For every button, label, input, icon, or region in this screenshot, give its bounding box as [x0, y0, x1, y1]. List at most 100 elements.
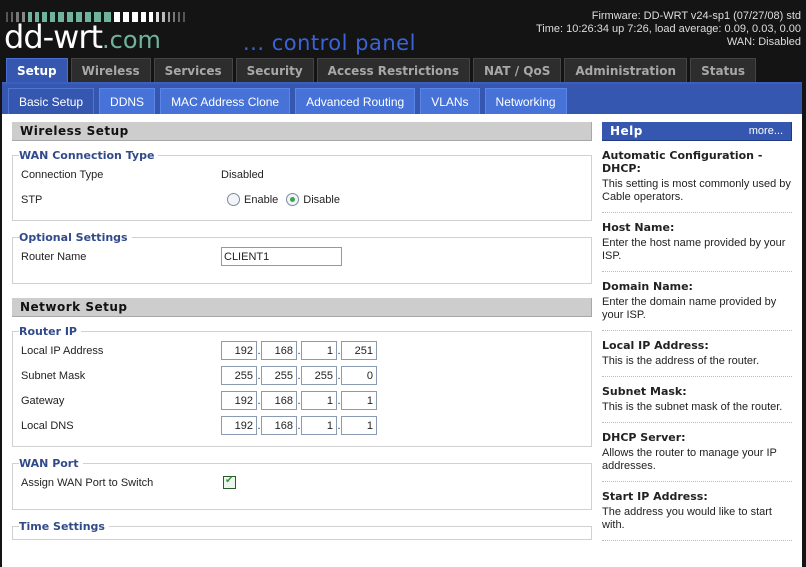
firmware-info: Firmware: DD-WRT v24-sp1 (07/27/08) std … [536, 10, 801, 49]
ip-row-label: Local IP Address [21, 344, 104, 357]
right-edge [802, 114, 806, 567]
section-wireless-setup: Wireless Setup [12, 122, 592, 141]
legend-router-ip: Router IP [19, 325, 77, 338]
row-ip-subnet-mask: Subnet Mask... [21, 363, 583, 388]
content-area: Wireless Setup WAN Connection Type Conne… [2, 114, 802, 567]
help-item: Start IP Address: The address you would l… [602, 482, 792, 541]
connection-type-value: Disabled [221, 168, 264, 181]
ip-octet-input[interactable] [221, 341, 257, 360]
row-stp: STP Enable Disable [21, 187, 583, 212]
help-item: DHCP Server: Allows the router to manage … [602, 423, 792, 482]
logo-bar [178, 12, 180, 22]
help-item-text: Allows the router to manage your IP addr… [602, 447, 777, 472]
legend-time-settings: Time Settings [19, 520, 105, 533]
help-more-link[interactable]: more... [749, 125, 783, 137]
subtab-advanced-routing[interactable]: Advanced Routing [295, 88, 416, 114]
logo: dd-wrt.com [4, 19, 161, 58]
logo-bar [173, 12, 175, 22]
subtab-vlans[interactable]: VLANs [420, 88, 480, 114]
ip-octet-input[interactable] [301, 366, 337, 385]
ip-octet-input[interactable] [221, 366, 257, 385]
tab-security[interactable]: Security [235, 58, 314, 82]
ip-octet-input[interactable] [301, 341, 337, 360]
help-item-text: Enter the host name provided by your ISP… [602, 237, 786, 262]
tab-services[interactable]: Services [153, 58, 233, 82]
ip-row-label: Local DNS [21, 419, 74, 432]
ip-row-label: Subnet Mask [21, 369, 86, 382]
ip-row-label: Gateway [21, 394, 65, 407]
ip-octet-input[interactable] [261, 366, 297, 385]
ip-address-input-group: ... [221, 366, 377, 385]
section-network-setup: Network Setup [12, 298, 592, 317]
help-item-text: This is the address of the router. [602, 355, 760, 367]
assign-wan-port-checkbox[interactable] [223, 475, 236, 489]
subtab-networking[interactable]: Networking [484, 88, 567, 114]
ip-address-input-group: ... [221, 341, 377, 360]
help-item: Automatic Configuration - DHCP: This sett… [602, 141, 792, 213]
sub-navigation: Basic Setup DDNS MAC Address Clone Advan… [2, 82, 802, 114]
ip-octet-input[interactable] [301, 416, 337, 435]
stp-radio-group: Enable Disable [227, 193, 348, 206]
help-item-title: Local IP Address: [602, 339, 709, 352]
row-ip-local-dns: Local DNS... [21, 413, 583, 438]
help-header: Help more... [602, 122, 792, 141]
ip-octet-input[interactable] [261, 416, 297, 435]
legend-wan-port: WAN Port [19, 457, 79, 470]
logo-bar [168, 12, 170, 22]
stp-enable-radio[interactable]: Enable [227, 193, 278, 206]
stp-disable-radio[interactable]: Disable [286, 193, 340, 206]
fieldset-wan-port: WAN Port Assign WAN Port to Switch [12, 457, 592, 510]
ip-octet-input[interactable] [301, 391, 337, 410]
logo-bar [183, 12, 185, 22]
logo-bar [162, 12, 165, 22]
stp-label: STP [21, 193, 43, 206]
fieldset-optional-settings: Optional Settings Router Name [12, 231, 592, 284]
uptime-load: Time: 10:26:34 up 7:26, load average: 0.… [535, 23, 801, 35]
tab-nat-qos[interactable]: NAT / QoS [472, 58, 562, 82]
help-item-title: Start IP Address: [602, 490, 708, 503]
router-name-input[interactable] [221, 247, 342, 266]
ip-octet-input[interactable] [341, 391, 377, 410]
logo-suffix: .com [102, 26, 161, 54]
stp-enable-label: Enable [244, 193, 279, 206]
ip-octet-input[interactable] [261, 391, 297, 410]
help-item-title: Automatic Configuration - DHCP: [602, 149, 763, 175]
ip-address-input-group: ... [221, 391, 377, 410]
ip-octet-input[interactable] [341, 366, 377, 385]
header: dd-wrt.com ... control panel Firmware: D… [0, 0, 806, 58]
connection-type-label: Connection Type [21, 168, 104, 181]
row-ip-local-ip-address: Local IP Address... [21, 338, 583, 363]
assign-wan-port-label: Assign WAN Port to Switch [21, 476, 154, 489]
help-item-text: Enter the domain name provided by your I… [602, 296, 777, 321]
main-tabs: Setup Wireless Services Security Access … [6, 58, 756, 84]
ip-octet-input[interactable] [261, 341, 297, 360]
tab-access-restrictions[interactable]: Access Restrictions [316, 58, 470, 82]
ip-octet-input[interactable] [221, 416, 257, 435]
tab-wireless[interactable]: Wireless [70, 58, 151, 82]
help-item-title: Domain Name: [602, 280, 693, 293]
fieldset-router-ip: Router IP Local IP Address...Subnet Mask… [12, 325, 592, 447]
logo-main: dd-wrt [4, 18, 103, 56]
tagline: ... control panel [243, 31, 416, 55]
subtab-basic-setup[interactable]: Basic Setup [8, 88, 95, 114]
help-item: Subnet Mask: This is the subnet mask of t… [602, 377, 792, 423]
help-item-title: Subnet Mask: [602, 385, 687, 398]
tab-administration[interactable]: Administration [564, 58, 688, 82]
wan-status: WAN: Disabled [726, 36, 801, 48]
help-title: Help [610, 124, 643, 138]
ip-octet-input[interactable] [221, 391, 257, 410]
subtab-ddns[interactable]: DDNS [99, 88, 156, 114]
help-item: Domain Name: Enter the domain name provid… [602, 272, 792, 331]
tab-status[interactable]: Status [690, 58, 756, 82]
ip-octet-input[interactable] [341, 341, 377, 360]
help-item-text: This setting is most commonly used by Ca… [602, 178, 791, 203]
ip-octet-input[interactable] [341, 416, 377, 435]
fieldset-time-settings: Time Settings [12, 520, 592, 540]
tab-setup[interactable]: Setup [6, 58, 68, 84]
subtab-mac-address-clone[interactable]: MAC Address Clone [160, 88, 291, 114]
help-item: Host Name: Enter the host name provided b… [602, 213, 792, 272]
radio-unchecked-icon [227, 193, 240, 206]
help-item-text: This is the subnet mask of the router. [602, 401, 783, 413]
fieldset-wan-connection-type: WAN Connection Type Connection Type Disa… [12, 149, 592, 221]
help-item: Local IP Address: This is the address of … [602, 331, 792, 377]
